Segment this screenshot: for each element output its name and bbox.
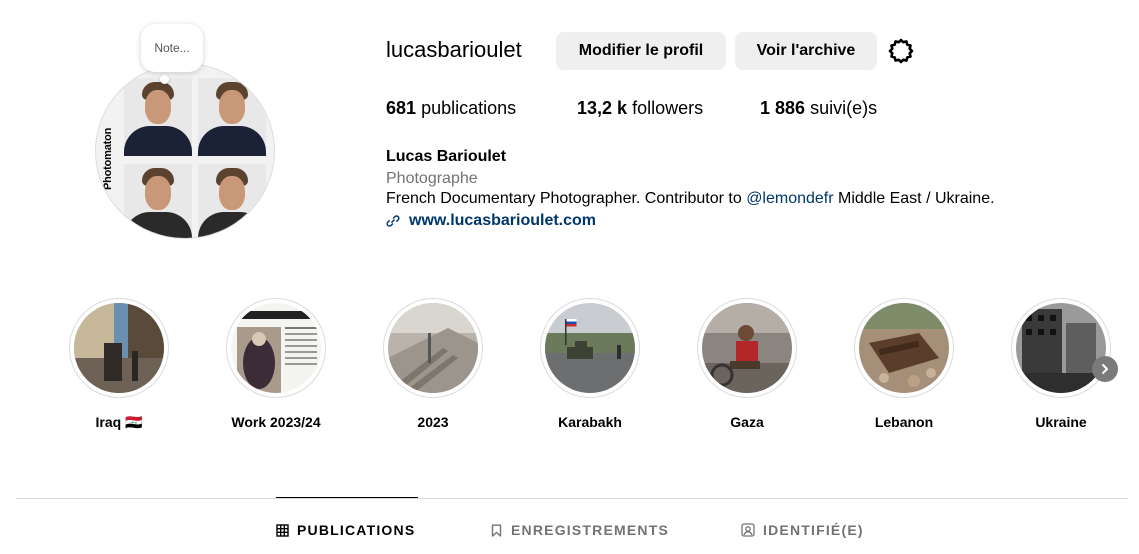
full-name: Lucas Barioulet bbox=[386, 148, 507, 165]
edit-profile-button[interactable]: Modifier le profil bbox=[556, 32, 726, 70]
highlight-cover-work bbox=[231, 303, 321, 393]
grid-icon bbox=[276, 523, 289, 537]
photomaton-print: Photomaton bbox=[102, 127, 114, 190]
highlight-gaza[interactable] bbox=[697, 298, 797, 398]
followers-count: 13,2 k bbox=[577, 98, 628, 118]
view-archive-button[interactable]: Voir l'archive bbox=[735, 32, 877, 70]
highlight-cover-iraq bbox=[74, 303, 164, 393]
followers-label: followers bbox=[632, 98, 704, 118]
highlight-label-2023: 2023 bbox=[417, 414, 449, 430]
avatar-photo-1 bbox=[124, 78, 192, 156]
avatar-photo-3 bbox=[124, 164, 192, 238]
following-label: suivi(e)s bbox=[810, 98, 878, 118]
username: lucasbarioulet bbox=[386, 37, 522, 62]
tab-tagged-label: IDENTIFIÉ(E) bbox=[763, 522, 864, 538]
tab-publications[interactable]: PUBLICATIONS bbox=[276, 522, 415, 538]
website-link[interactable]: www.lucasbarioulet.com bbox=[386, 212, 596, 230]
highlight-karabakh[interactable] bbox=[540, 298, 640, 398]
note-bubble-tail bbox=[160, 75, 169, 84]
highlight-label-lebanon: Lebanon bbox=[874, 414, 934, 430]
bio-text-end: Middle East / Ukraine. bbox=[833, 190, 995, 207]
highlight-lebanon[interactable] bbox=[854, 298, 954, 398]
tab-publications-label: PUBLICATIONS bbox=[297, 522, 416, 538]
link-icon bbox=[386, 215, 400, 227]
highlight-ukraine[interactable] bbox=[1011, 298, 1111, 398]
bookmark-icon bbox=[491, 524, 502, 537]
followers-stat[interactable]: 13,2 k followers bbox=[577, 98, 703, 119]
gear-icon[interactable] bbox=[887, 37, 915, 65]
posts-stat: 681 publications bbox=[386, 98, 516, 119]
highlights-next-button[interactable] bbox=[1092, 356, 1118, 382]
highlight-iraq[interactable] bbox=[69, 298, 169, 398]
bio-text-start: French Documentary Photographer. Contrib… bbox=[386, 190, 747, 207]
highlight-label-work: Work 2023/24 bbox=[231, 414, 321, 430]
highlight-cover-karabakh bbox=[545, 303, 635, 393]
active-tab-indicator bbox=[276, 497, 418, 498]
tabs-divider bbox=[16, 498, 1128, 499]
posts-count: 681 bbox=[386, 98, 417, 118]
highlight-label-ukraine: Ukraine bbox=[1035, 414, 1087, 430]
chevron-right-icon bbox=[1102, 364, 1108, 374]
following-count: 1 886 bbox=[760, 98, 806, 118]
highlight-label-iraq: Iraq 🇮🇶 bbox=[95, 414, 143, 430]
tab-saved[interactable]: ENREGISTREMENTS bbox=[490, 522, 669, 538]
highlight-2023[interactable] bbox=[383, 298, 483, 398]
profile-category: Photographe bbox=[386, 170, 478, 187]
avatar-photo-4 bbox=[198, 164, 266, 238]
posts-label: publications bbox=[421, 98, 517, 118]
highlight-cover-ukraine bbox=[1016, 303, 1106, 393]
highlight-label-gaza: Gaza bbox=[730, 414, 764, 430]
bio-mention-link[interactable]: @lemondefr bbox=[746, 190, 833, 207]
note-bubble[interactable]: Note... bbox=[141, 24, 203, 72]
highlight-work-2023-24[interactable] bbox=[226, 298, 326, 398]
highlight-cover-gaza bbox=[702, 303, 792, 393]
tagged-person-icon bbox=[741, 523, 755, 537]
website-url: www.lucasbarioulet.com bbox=[409, 212, 597, 229]
highlight-cover-lebanon bbox=[859, 303, 949, 393]
highlight-label-karabakh: Karabakh bbox=[558, 414, 622, 430]
highlight-cover-2023 bbox=[388, 303, 478, 393]
profile-avatar[interactable]: Photomaton bbox=[95, 63, 275, 239]
tab-saved-label: ENREGISTREMENTS bbox=[511, 522, 670, 538]
tab-tagged[interactable]: IDENTIFIÉ(E) bbox=[741, 522, 864, 538]
bio-text: French Documentary Photographer. Contrib… bbox=[386, 190, 995, 208]
avatar-photo-2 bbox=[198, 78, 266, 156]
following-stat[interactable]: 1 886 suivi(e)s bbox=[760, 98, 877, 119]
